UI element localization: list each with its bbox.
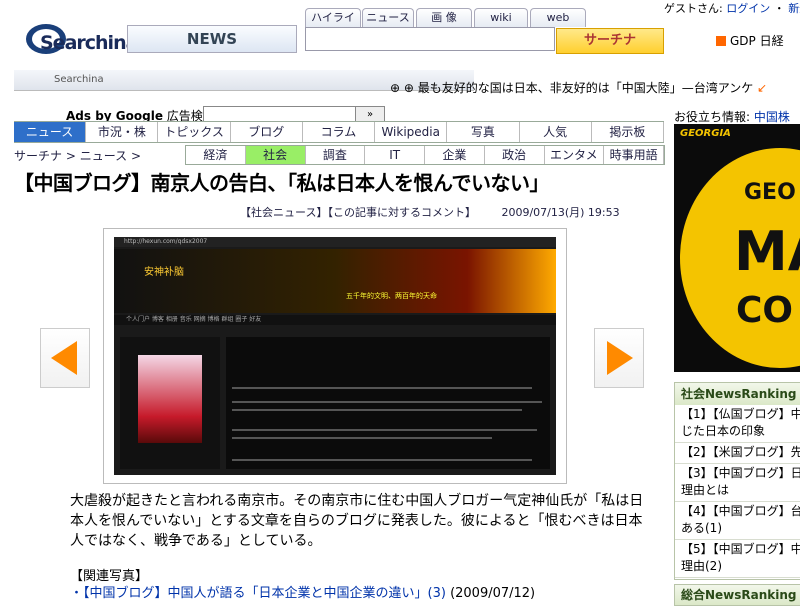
nav-photo[interactable]: 写真 (447, 122, 520, 142)
blog-banner: 安神补脑 五千年的文明、两百年的天命 (114, 249, 556, 313)
search-input[interactable] (305, 27, 555, 51)
search-tab-wiki[interactable]: wiki (474, 8, 528, 27)
user-status: ゲストさん: ログイン ・ 新規 (664, 0, 800, 16)
ranking-item[interactable]: 理由とは (675, 481, 800, 502)
blog-url: http://hexun.com/qdsx2007 (114, 237, 556, 247)
ranking-item[interactable]: ある(1) (675, 519, 800, 540)
nav-column[interactable]: コラム (302, 122, 376, 142)
search-tab-web[interactable]: web (530, 8, 586, 27)
article-body: 大虐殺が起きたと言われる南京市。その南京市に住む中国人ブロガー气定神仙氏が「私は… (70, 493, 644, 549)
subnav-research[interactable]: 調査 (306, 146, 366, 164)
subnav-business[interactable]: 企業 (425, 146, 485, 164)
breadcrumb-home[interactable]: サーチナ (14, 149, 62, 163)
subnav-politics[interactable]: 政治 (485, 146, 545, 164)
ranking-item[interactable]: 【4】【中国ブログ】台湾 (675, 502, 800, 519)
ads-search-input[interactable] (203, 106, 357, 122)
ranking-item[interactable]: 【1】【仏国ブログ】中国 (675, 405, 800, 422)
subnav-terms[interactable]: 時事用語 (604, 146, 664, 164)
search-button[interactable]: サーチナ (556, 28, 664, 54)
left-arrow-icon (51, 341, 77, 375)
login-link[interactable]: ログイン (726, 2, 770, 15)
nav-news[interactable]: ニュース (14, 122, 87, 142)
helpful-info: お役立ち情報: 中国株 (674, 110, 790, 124)
bullet-icon (716, 36, 726, 46)
article-headline: 【中国ブログ】南京人の告白、「私は日本人を恨んでいない」 (14, 171, 550, 195)
article-date: 2009/07/13(月) 19:53 (501, 206, 620, 219)
subnav-it[interactable]: IT (365, 146, 425, 164)
ticker-text[interactable]: 最も友好的な国は日本、非友好的は「中国大陸」—台湾アンケ (418, 81, 754, 95)
nav-blog[interactable]: ブログ (230, 122, 303, 142)
sub-nav: 経済 社会 調査 IT 企業 政治 エンタメ 時事用語 (185, 145, 665, 165)
overall-ranking-title: 総合NewsRanking (674, 584, 800, 606)
guest-label: ゲストさん: (664, 2, 723, 15)
ranking-item[interactable]: 【2】【米国ブログ】先入 (675, 443, 800, 464)
article-meta: 【社会ニュース】【この記事に対するコメント】 2009/07/13(月) 19:… (240, 204, 620, 220)
main-nav: ニュース 市況・株 トピックス ブログ コラム Wikipedia 写真 人気 … (14, 121, 664, 143)
headline-ticker[interactable]: ⊕ ⊕ 最も友好的な国は日本、非友好的は「中国大陸」—台湾アンケ ↙ (390, 79, 767, 96)
related-photo-date: (2009/07/12) (450, 586, 536, 601)
category-link[interactable]: 【社会ニュース】 (240, 206, 327, 219)
blog-screenshot: http://hexun.com/qdsx2007 安神补脑 五千年的文明、两百… (114, 237, 556, 475)
ranking-item[interactable]: じた日本の印象 (675, 422, 800, 443)
banner-slogan: 五千年的文明、两百年的天命 (346, 292, 437, 300)
previous-photo-button[interactable] (40, 328, 90, 388)
china-stock-link[interactable]: 中国株 (754, 110, 790, 124)
breadcrumb-news[interactable]: ニュース (80, 149, 127, 163)
ranking-item[interactable]: 【5】【中国ブログ】中国 (675, 540, 800, 557)
nav-board[interactable]: 掲示板 (591, 122, 664, 142)
georgia-ad[interactable]: GEORGIA GEO MA CO (674, 124, 800, 372)
article-photo: http://hexun.com/qdsx2007 安神补脑 五千年的文明、两百… (103, 228, 567, 484)
searchina-logo[interactable]: Searchina (20, 14, 138, 66)
right-arrow-icon (607, 341, 633, 375)
next-photo-button[interactable] (594, 328, 644, 388)
search-tab-news[interactable]: ニュース (362, 8, 414, 27)
search-tab-images[interactable]: 画 像 (416, 8, 472, 27)
blog-content (226, 337, 550, 469)
subnav-society[interactable]: 社会 (245, 146, 306, 164)
subnav-entertainment[interactable]: エンタメ (545, 146, 605, 164)
comment-link[interactable]: 【この記事に対するコメント】 (327, 206, 476, 219)
nav-topics[interactable]: トピックス (158, 122, 231, 142)
society-ranking: 社会NewsRanking 【1】【仏国ブログ】中国 じた日本の印象 【2】【米… (674, 382, 800, 580)
ad-brand: GEORGIA (680, 128, 731, 139)
nav-market[interactable]: 市況・株 (86, 122, 159, 142)
logo-sub-label: Searchina (54, 74, 104, 85)
logo-text: Searchina (40, 32, 138, 54)
ranking-item[interactable]: 理由(2) (675, 557, 800, 578)
ranking-item[interactable]: 【3】【中国ブログ】日本 (675, 464, 800, 481)
related-photo-item: ・【中国ブログ】中国人が語る「日本企業と中国企業の違い」(3) (2009/07… (70, 582, 535, 601)
blogger-avatar (138, 355, 202, 443)
news-section-tab[interactable]: NEWS (127, 25, 297, 53)
nav-popular[interactable]: 人気 (519, 122, 592, 142)
blog-nav: 个人门户 博客 相册 音乐 网摘 博格 群组 圈子 好友 (114, 315, 556, 325)
arrow-icon: ↙ (757, 81, 768, 95)
blog-title: 安神补脑 (144, 267, 184, 278)
nav-wikipedia[interactable]: Wikipedia (375, 122, 448, 142)
gdp-link[interactable]: GDP 日経 (716, 32, 784, 49)
ranking-title: 社会NewsRanking (675, 383, 800, 405)
subnav-economy[interactable]: 経済 (186, 146, 246, 164)
ticker-scroll-icon[interactable]: ⊕ ⊕ (390, 81, 414, 95)
related-photo-link[interactable]: ・【中国ブログ】中国人が語る「日本企業と中国企業の違い」(3) (70, 586, 446, 601)
search-tab-highlight[interactable]: ハイライト (305, 8, 361, 42)
register-link[interactable]: 新規 (788, 2, 800, 15)
breadcrumb: サーチナ > ニュース > (14, 149, 142, 163)
